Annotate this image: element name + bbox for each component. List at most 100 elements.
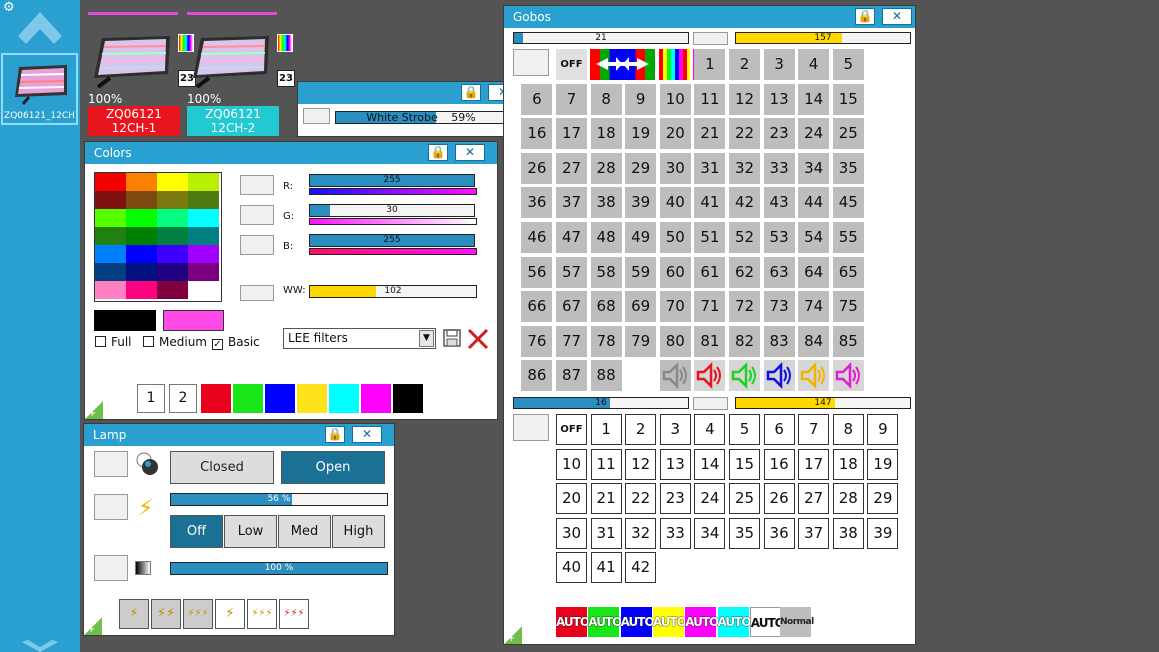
ww-slider[interactable]: 102 (309, 285, 477, 298)
speaker-icon[interactable] (763, 360, 795, 392)
speaker-icon[interactable] (694, 360, 726, 392)
dimmer-slider[interactable]: 100 % (170, 562, 388, 575)
gobo-wheel-2-slot[interactable]: 13 (659, 448, 691, 480)
dropdown-arrow-icon[interactable]: ▼ (419, 330, 434, 347)
gobo-wheel-1-slot[interactable]: 79 (625, 325, 657, 357)
gobo-wheel-1-slot[interactable]: 3 (763, 49, 795, 80)
auto-button[interactable]: AUTO (749, 607, 785, 637)
fixture-group-tile[interactable]: ZQ06121_12CH (1, 53, 78, 125)
gobo-wheel-2-mode-button[interactable] (693, 397, 728, 410)
gobo-wheel-1-slot[interactable]: 42 (729, 187, 760, 219)
gobo-wheel-1-slot[interactable]: 31 (694, 152, 726, 184)
gobo-wheel-2-slot[interactable]: 37 (798, 517, 830, 549)
gobo-wheel-2-slot[interactable]: 23 (659, 483, 691, 515)
speaker-icon[interactable] (832, 360, 864, 392)
lock-icon[interactable]: 🔒 (855, 8, 875, 25)
palette-color[interactable] (126, 191, 157, 209)
gobo-wheel-1-slot[interactable]: 49 (625, 222, 657, 253)
gobo-wheel-2-slot[interactable]: 24 (694, 483, 726, 515)
palette-color[interactable] (95, 191, 126, 209)
full-checkbox[interactable]: Full (95, 335, 132, 349)
fixture-1[interactable]: 23 100% ZQ06121 12CH-1 (88, 10, 196, 140)
lamp-titlebar[interactable]: Lamp 🔒 ✕ (84, 424, 394, 446)
gobo-wheel-2-slot[interactable]: 19 (867, 448, 899, 480)
gobo-wheel-1-slot[interactable]: 59 (625, 256, 657, 288)
chevron-down-icon[interactable] (20, 640, 60, 652)
gobo-wheel-1-slot[interactable]: 58 (590, 256, 622, 288)
rainbow-gobo-icon[interactable] (659, 49, 690, 80)
low-button[interactable]: Low (224, 515, 277, 548)
gobo-wheel-1-toggle-button[interactable] (513, 49, 549, 76)
gobo-wheel-1-slot[interactable]: 82 (729, 325, 760, 357)
palette-color[interactable] (157, 245, 188, 263)
gobo-wheel-1-slot[interactable]: 1 (694, 49, 726, 80)
gobo-wheel-2-slot[interactable]: 9 (867, 414, 899, 445)
gobo-wheel-1-slot[interactable]: 65 (832, 256, 864, 288)
gobo-wheel-1-slot[interactable]: 23 (763, 118, 795, 150)
gobo-wheel-2-slot[interactable]: 27 (798, 483, 830, 515)
add-icon[interactable]: + (84, 617, 102, 635)
add-icon[interactable]: + (85, 401, 103, 419)
palette-color[interactable] (157, 173, 188, 191)
palette-color[interactable] (95, 209, 126, 227)
high-button[interactable]: High (332, 515, 385, 548)
gobo-wheel-1-slot[interactable]: 85 (832, 325, 864, 357)
gobo-wheel-2-slot[interactable]: 11 (590, 448, 622, 480)
gobo-wheel-1-slider[interactable]: 21 (513, 32, 689, 44)
gobo-wheel-1-slot[interactable]: 76 (521, 325, 553, 357)
gobo-wheel-1-slot[interactable]: 15 (832, 83, 864, 115)
save-icon[interactable] (443, 329, 461, 347)
palette-color[interactable] (157, 281, 188, 299)
palette-color[interactable] (126, 281, 157, 299)
auto-button[interactable]: AUTO (556, 607, 590, 637)
gobo-wheel-2-slot[interactable]: 21 (590, 483, 622, 515)
gobo-wheel-1-slot[interactable]: 60 (659, 256, 691, 288)
intensity-toggle-button[interactable] (94, 494, 128, 520)
gobo-wheel-2-slot[interactable]: 28 (832, 483, 864, 515)
palette-color[interactable] (188, 191, 219, 209)
gobo-wheel-1-slot[interactable]: 68 (590, 291, 622, 323)
split-color-gobo-icon[interactable] (590, 49, 655, 80)
gobo-wheel-1-slot[interactable]: 86 (521, 360, 553, 392)
quick-color-swatch[interactable] (393, 384, 423, 413)
quick-color-swatch[interactable] (329, 384, 359, 413)
blue-slider[interactable]: 255 (309, 234, 475, 247)
gobo-wheel-1-slot[interactable]: 29 (625, 152, 657, 184)
gobo-wheel-2-slot[interactable]: 7 (798, 414, 830, 445)
shutter-toggle-button[interactable] (94, 451, 128, 477)
gobo-wheel-1-slot[interactable]: 37 (556, 187, 587, 219)
strobe-random-icon[interactable]: ⚡⚡⚡ (279, 599, 309, 629)
gobo-wheel-1-slot[interactable]: 14 (798, 83, 830, 115)
quick-color-swatch[interactable] (361, 384, 391, 413)
palette-color[interactable] (188, 281, 219, 299)
gobo-wheel-1-slot[interactable]: 44 (798, 187, 830, 219)
gobo-wheel-1-slot[interactable]: 69 (625, 291, 657, 323)
gobo-wheel-1-slot[interactable]: 34 (798, 152, 830, 184)
speaker-icon[interactable] (729, 360, 760, 392)
gobo-wheel-1-slot[interactable]: 10 (659, 83, 691, 115)
gobo-wheel-2-slot[interactable]: 41 (590, 552, 622, 584)
gobo-wheel-2-slot[interactable]: 36 (763, 517, 795, 549)
gobo-wheel-1-slot[interactable]: 51 (694, 222, 726, 253)
preset-2-button[interactable]: 2 (169, 384, 197, 413)
gobo-wheel-2-slot[interactable]: 14 (694, 448, 726, 480)
gobo-wheel-1-rotation-slider[interactable]: 157 (735, 32, 911, 44)
med-button[interactable]: Med (278, 515, 331, 548)
gobo-wheel-2-slot[interactable]: 16 (763, 448, 795, 480)
green-slider[interactable]: 30 (309, 204, 475, 217)
strobe-3-icon[interactable]: ⚡⚡⚡ (183, 599, 213, 629)
ww-toggle-button[interactable] (240, 285, 274, 301)
gobo-wheel-1-slot[interactable]: 54 (798, 222, 830, 253)
gobo-wheel-2-slot[interactable]: 15 (729, 448, 760, 480)
gobo-wheel-1-slot[interactable]: 78 (590, 325, 622, 357)
gobo-wheel-2-slot[interactable]: 12 (625, 448, 657, 480)
gobo-wheel-1-slot[interactable]: 75 (832, 291, 864, 323)
gobo-wheel-1-slot[interactable]: 35 (832, 152, 864, 184)
gobo-wheel-2-rotation-slider[interactable]: 147 (735, 397, 911, 409)
gobo-wheel-1-slot[interactable]: 52 (729, 222, 760, 253)
close-icon[interactable]: ✕ (882, 8, 912, 25)
gobo-wheel-2-slot[interactable]: 18 (832, 448, 864, 480)
gobo-wheel-2-slot[interactable]: 8 (832, 414, 864, 445)
normal-button[interactable]: Normal (780, 607, 814, 637)
chevron-up-icon[interactable] (16, 10, 64, 50)
